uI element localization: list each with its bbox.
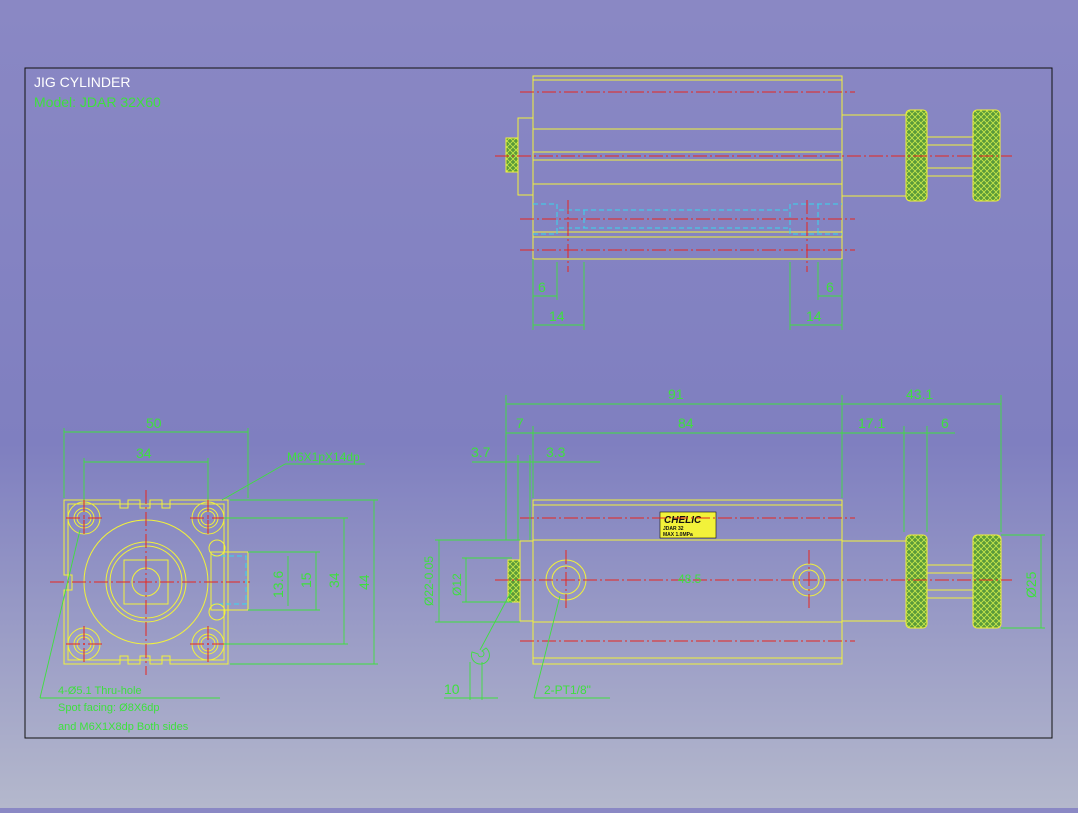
nameplate-brand: CHELIC xyxy=(664,515,702,526)
dim-height-44: 44 xyxy=(356,574,372,590)
center-label: 48.5 xyxy=(678,572,702,586)
side-view: CHELIC JDAR 32 MAX 1.0MPa 48.5 91 43.1 7… xyxy=(422,386,1045,700)
dim-top-6-left: 6 xyxy=(538,279,546,295)
dim-rod-43-1: 43.1 xyxy=(906,386,933,402)
dim-wrench-10: 10 xyxy=(444,681,460,697)
dim-overall-91: 91 xyxy=(668,386,684,402)
dim-boss-22: Ø22-0.05 xyxy=(422,556,436,606)
dim-flange-7: 7 xyxy=(516,415,524,431)
dim-port-15: 15 xyxy=(298,572,314,588)
end-view: 50 34 M6X1pX14dp 44 34 13.6 15 4-Ø5.1 Th… xyxy=(39,415,378,733)
dim-top-14-left: 14 xyxy=(549,308,565,324)
nameplate-line2: MAX 1.0MPa xyxy=(663,532,693,538)
cad-viewport[interactable]: JIG CYLINDER Model: JDAR 32X60 6 14 6 14… xyxy=(0,0,1078,808)
note-both-sides: and M6X1X8dp Both sides xyxy=(58,721,189,733)
dim-width-50: 50 xyxy=(146,415,162,431)
dim-body-84: 84 xyxy=(678,415,694,431)
top-view: 6 14 6 14 xyxy=(495,75,1012,330)
dim-port-13-6: 13.6 xyxy=(270,571,286,598)
side-knob-1 xyxy=(905,534,928,629)
dim-top-14-right: 14 xyxy=(806,308,822,324)
thread-note: M6X1pX14dp xyxy=(287,450,360,464)
side-knob-2 xyxy=(972,534,1002,629)
dim-17-1: 17.1 xyxy=(858,415,885,431)
nameplate: CHELIC JDAR 32 MAX 1.0MPa xyxy=(659,511,717,539)
dim-rod-12: Ø12 xyxy=(450,573,464,596)
dim-bolt-34: 34 xyxy=(136,445,152,461)
dim-knob-6: 6 xyxy=(941,415,949,431)
drawing-canvas: JIG CYLINDER Model: JDAR 32X60 6 14 6 14… xyxy=(24,67,1053,739)
wrench-icon xyxy=(471,589,513,665)
port-note: 2-PT1/8" xyxy=(544,683,591,697)
note-spot-facing: Spot facing: Ø8X6dp xyxy=(58,702,160,714)
drawing-title: JIG CYLINDER xyxy=(34,74,130,90)
dim-top-6-right: 6 xyxy=(826,279,834,295)
drawing-frame xyxy=(24,67,1053,739)
model-label: Model: JDAR 32X60 xyxy=(34,94,161,110)
dim-bolt-34-v: 34 xyxy=(326,572,342,588)
dim-knob-25: Ø25 xyxy=(1023,571,1039,598)
dim-3-3: 3.3 xyxy=(546,444,566,460)
dim-3-7: 3.7 xyxy=(471,444,491,460)
note-thru-hole: 4-Ø5.1 Thru-hole xyxy=(58,685,142,697)
